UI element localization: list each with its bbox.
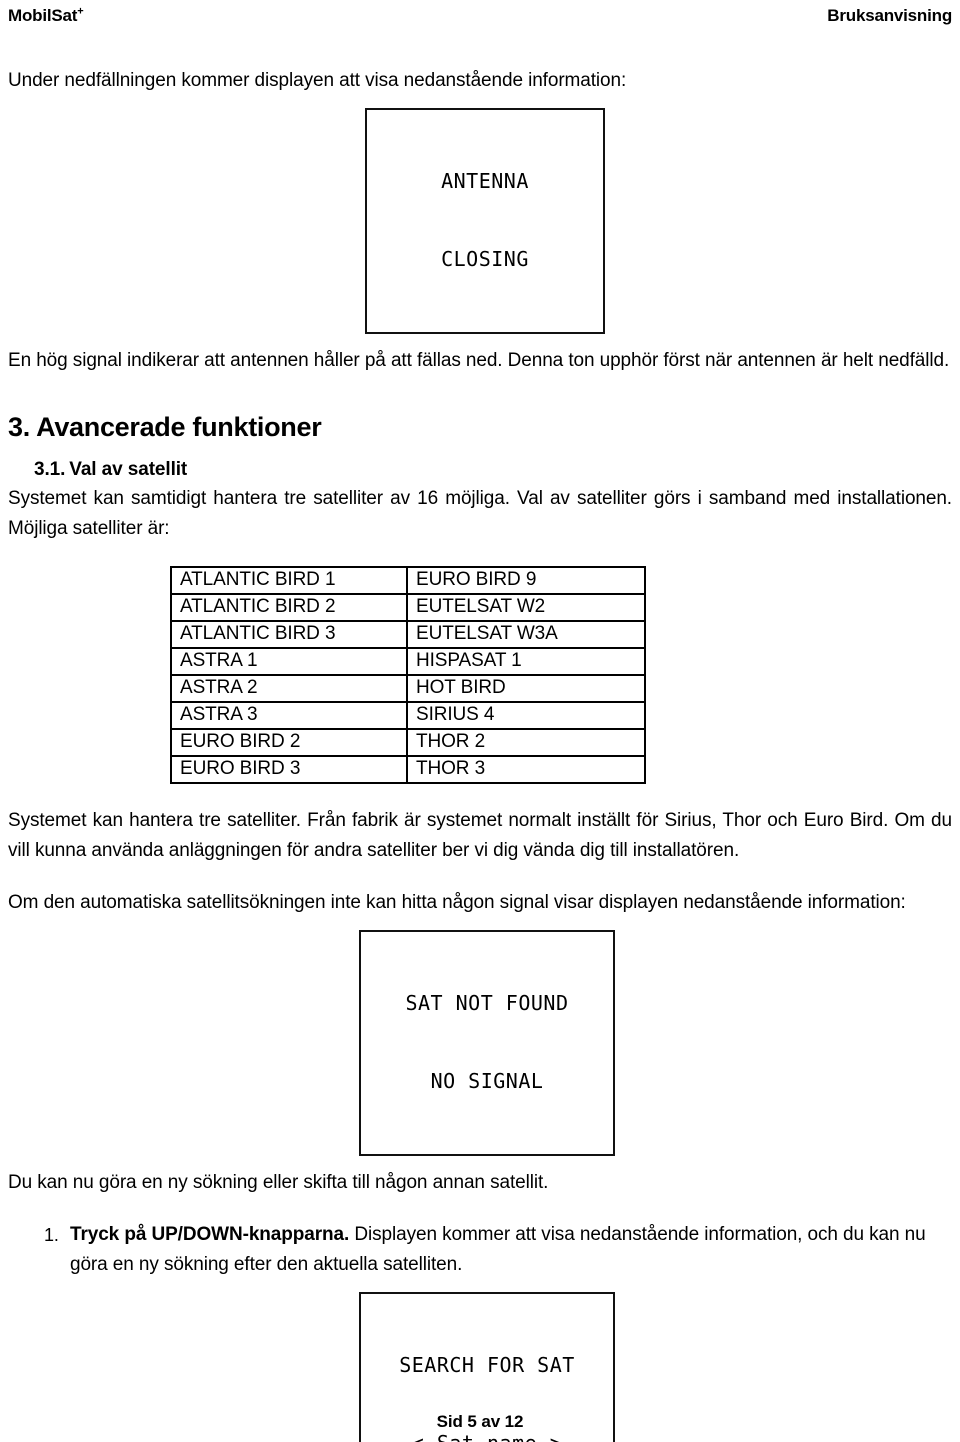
satellite-name-cell: EUTELSAT W3A — [406, 620, 646, 649]
document-type-title: Bruksanvisning — [827, 6, 952, 25]
satellite-name-cell: THOR 3 — [406, 755, 646, 784]
satellite-table-wrapper: ATLANTIC BIRD 1 EURO BIRD 9 ATLANTIC BIR… — [170, 566, 952, 784]
lcd-display-antenna-closing: ANTENNA CLOSING — [365, 108, 605, 334]
page-number-footer: Sid 5 av 12 — [436, 1412, 524, 1431]
satellite-table-body: ATLANTIC BIRD 1 EURO BIRD 9 ATLANTIC BIR… — [170, 566, 646, 784]
satellite-name-cell: HISPASAT 1 — [406, 647, 646, 676]
subsection-heading-3-1: 3.1. Val av satellit — [34, 456, 952, 484]
table-row: ASTRA 2 HOT BIRD — [170, 674, 646, 703]
step-lead-text: Tryck på UP/DOWN-knapparna. — [70, 1224, 350, 1245]
table-row: ATLANTIC BIRD 1 EURO BIRD 9 — [170, 566, 646, 595]
satellite-name-cell: EURO BIRD 3 — [170, 755, 408, 784]
lcd-line-1: SAT NOT FOUND — [405, 991, 569, 1015]
satellite-name-cell: EURO BIRD 9 — [406, 566, 646, 595]
subsection-label: Val av satellit — [69, 459, 188, 480]
product-name: MobilSat+ — [8, 5, 84, 26]
antenna-tone-paragraph: En hög signal indikerar att antennen hål… — [8, 350, 950, 371]
satellite-name-cell: HOT BIRD — [406, 674, 646, 703]
factory-settings-paragraph: Systemet kan hantera tre satelliter. Frå… — [8, 810, 952, 861]
satellite-name-cell: ASTRA 1 — [170, 647, 408, 676]
satellite-name-cell: SIRIUS 4 — [406, 701, 646, 730]
document-header: MobilSat+ Bruksanvisning — [8, 6, 952, 34]
lcd-display-sat-not-found: SAT NOT FOUND NO SIGNAL — [359, 930, 615, 1156]
satellite-name-cell: THOR 2 — [406, 728, 646, 757]
satellite-name-cell: ATLANTIC BIRD 3 — [170, 620, 408, 649]
lcd-display-sat-not-found-wrapper: SAT NOT FOUND NO SIGNAL — [8, 930, 952, 1156]
intro-paragraph: Under nedfällningen kommer displayen att… — [8, 70, 627, 91]
subsection-paragraph: Systemet kan samtidigt hantera tre satel… — [8, 488, 952, 539]
instruction-steps-list: 1. Tryck på UP/DOWN-knapparna. Displayen … — [8, 1220, 952, 1280]
table-row: ASTRA 1 HISPASAT 1 — [170, 647, 646, 676]
product-name-superscript: + — [77, 5, 84, 18]
list-item: 1. Tryck på UP/DOWN-knapparna. Displayen … — [8, 1220, 952, 1280]
table-row: ASTRA 3 SIRIUS 4 — [170, 701, 646, 730]
section-heading-3: 3. Avancerade funktioner — [8, 412, 322, 442]
satellite-table: ATLANTIC BIRD 1 EURO BIRD 9 ATLANTIC BIR… — [170, 566, 646, 784]
lcd-display-antenna-closing-wrapper: ANTENNA CLOSING — [8, 108, 952, 334]
new-search-paragraph: Du kan nu göra en ny sökning eller skift… — [8, 1172, 549, 1193]
table-row: EURO BIRD 2 THOR 2 — [170, 728, 646, 757]
table-row: ATLANTIC BIRD 3 EUTELSAT W3A — [170, 620, 646, 649]
satellite-name-cell: ATLANTIC BIRD 1 — [170, 566, 408, 595]
product-name-text: MobilSat — [8, 6, 78, 25]
satellite-name-cell: ASTRA 2 — [170, 674, 408, 703]
lcd-line-2: NO SIGNAL — [430, 1069, 544, 1093]
satellite-name-cell: EUTELSAT W2 — [406, 593, 646, 622]
table-row: EURO BIRD 3 THOR 3 — [170, 755, 646, 784]
lcd-line-2: CLOSING — [441, 247, 529, 271]
satellite-name-cell: ATLANTIC BIRD 2 — [170, 593, 408, 622]
document-body: Under nedfällningen kommer displayen att… — [8, 66, 952, 1442]
document-page: MobilSat+ Bruksanvisning Under nedfällni… — [0, 0, 960, 1442]
table-row: ATLANTIC BIRD 2 EUTELSAT W2 — [170, 593, 646, 622]
satellite-name-cell: EURO BIRD 2 — [170, 728, 408, 757]
lcd-line-1: SEARCH FOR SAT — [399, 1353, 575, 1377]
satellite-name-cell: ASTRA 3 — [170, 701, 408, 730]
subsection-number: 3.1. — [34, 459, 66, 480]
lcd-line-1: ANTENNA — [441, 169, 529, 193]
no-signal-intro-paragraph: Om den automatiska satellitsökningen int… — [8, 892, 906, 913]
step-marker: 1. — [44, 1225, 59, 1245]
